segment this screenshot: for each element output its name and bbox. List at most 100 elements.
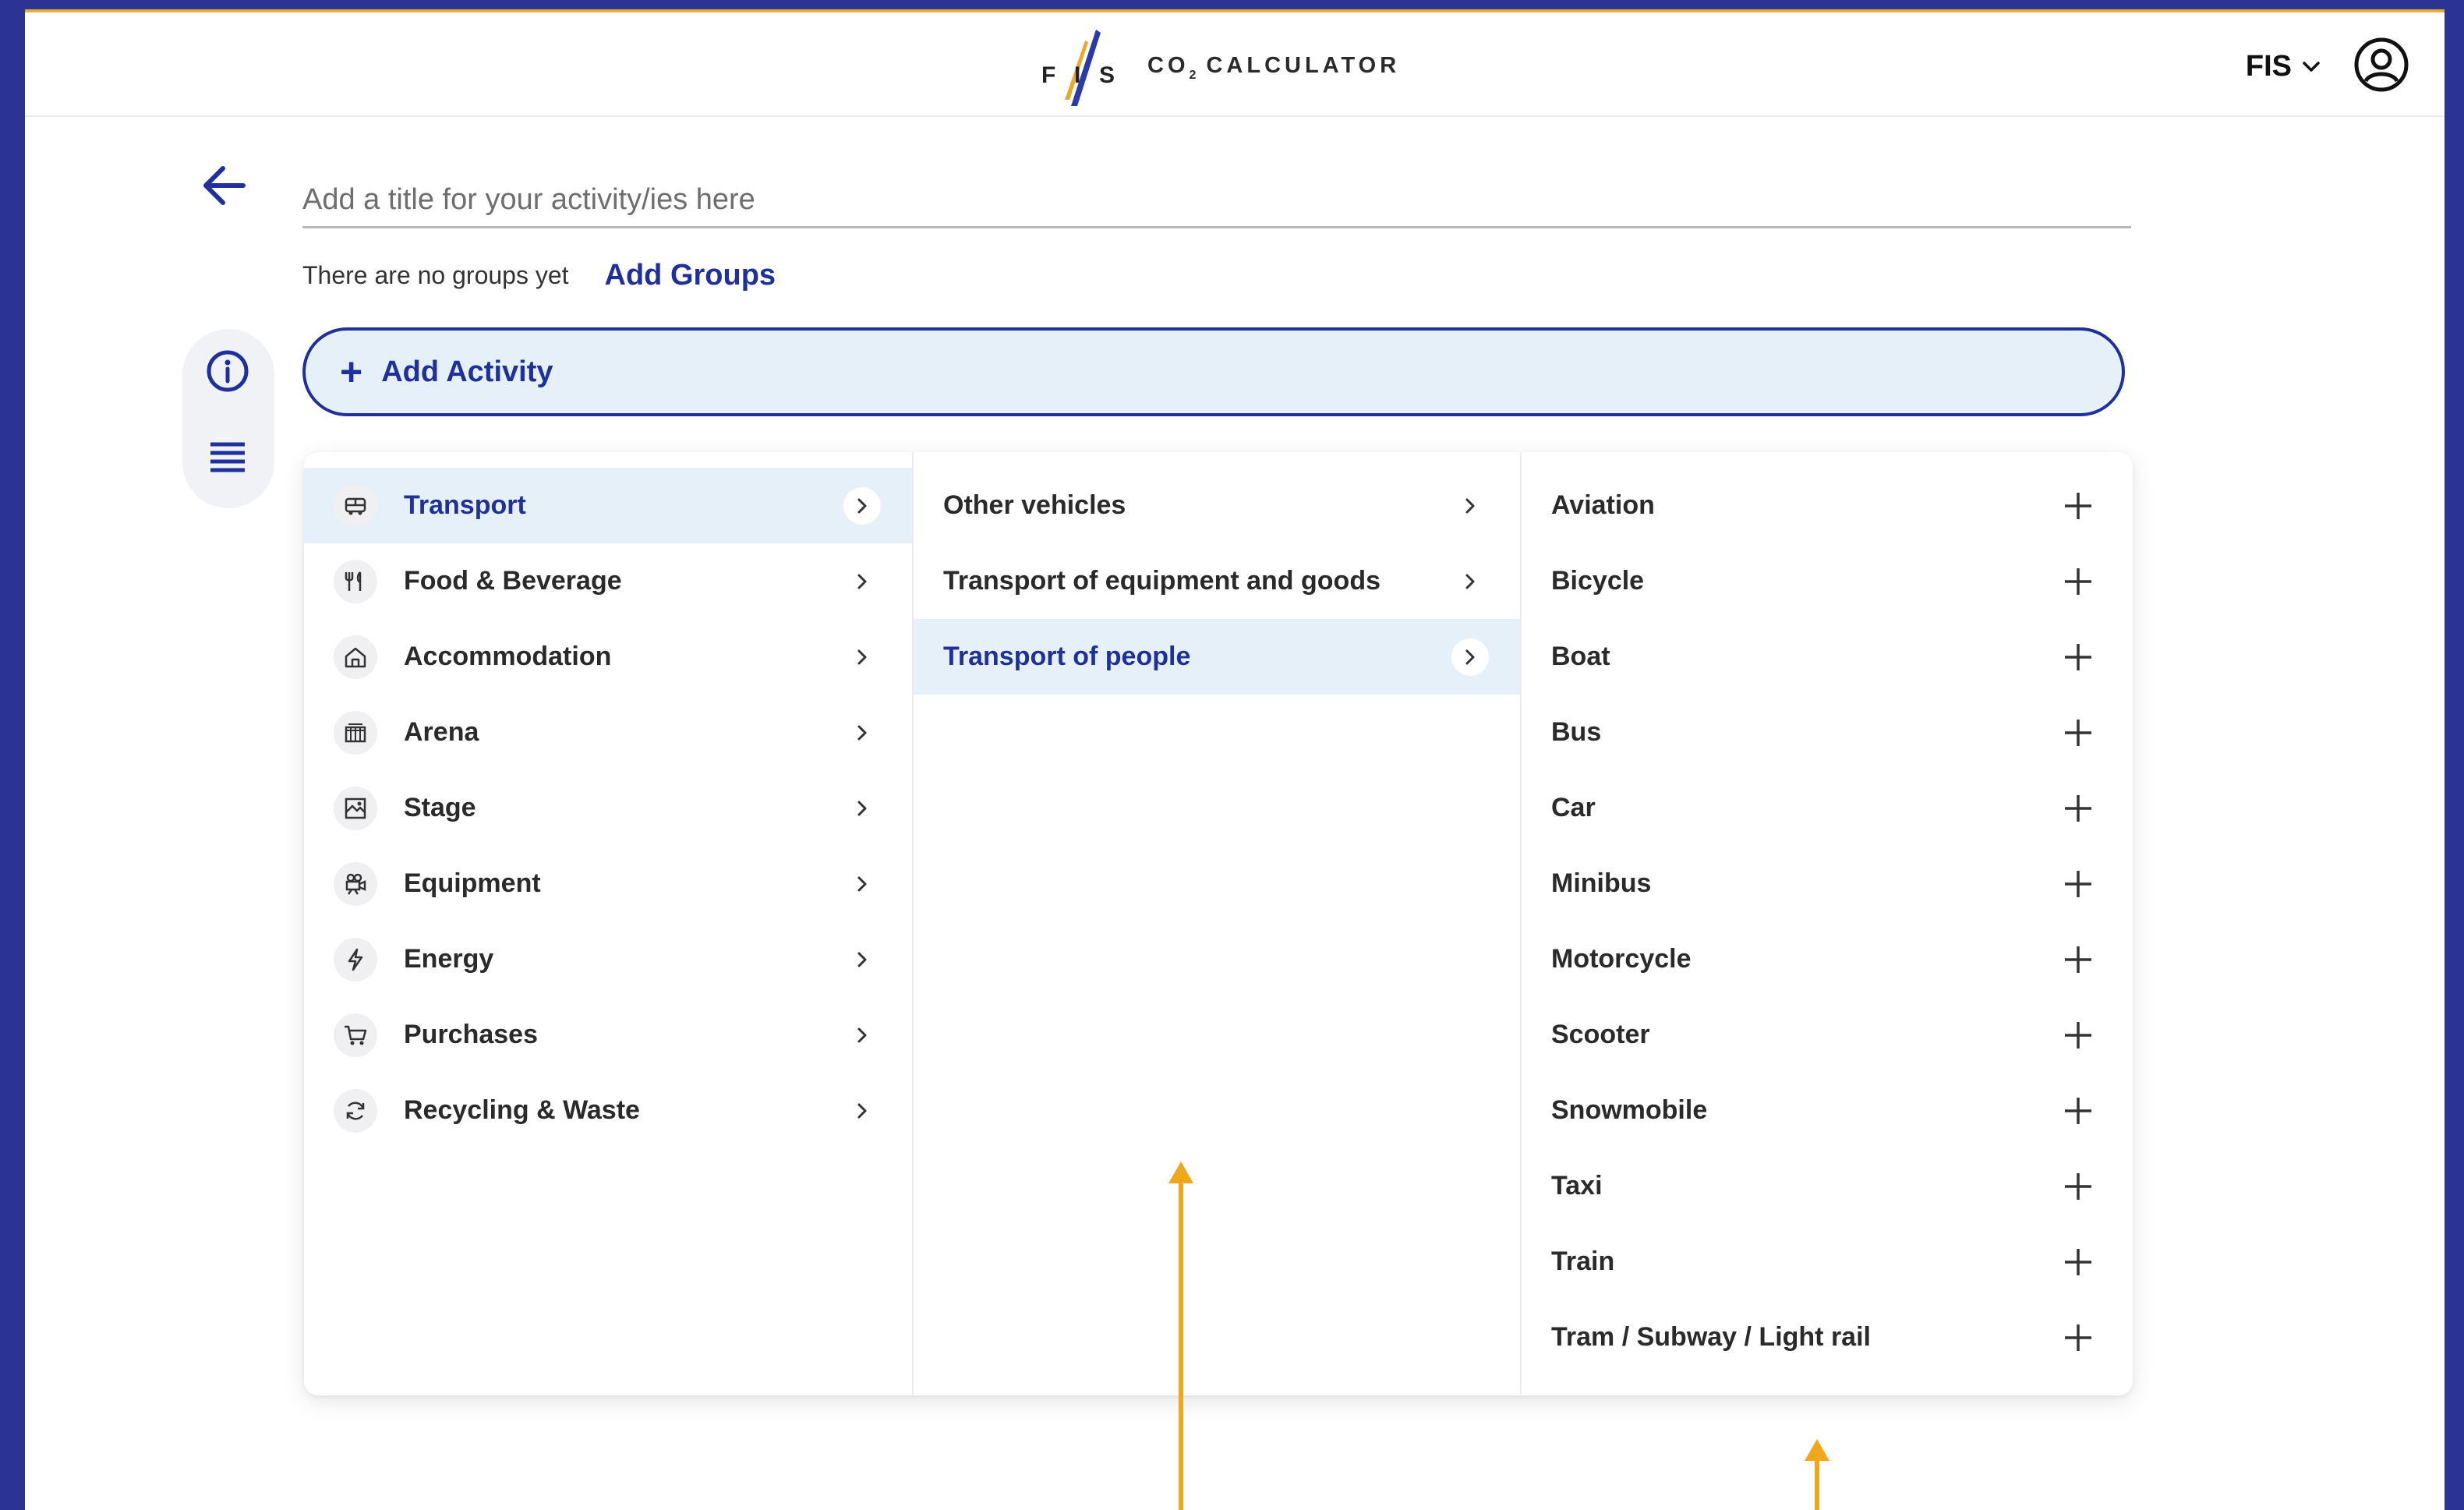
vehicle-item-scooter[interactable]: Scooter <box>1522 997 2133 1073</box>
category-item-transport[interactable]: Transport <box>304 468 912 543</box>
cutlery-icon <box>334 559 377 603</box>
brand[interactable]: F S I CO2 CALCULATOR <box>1030 25 1400 111</box>
subcategory-label: Transport of equipment and goods <box>943 566 1380 596</box>
category-item-equipment[interactable]: Equipment <box>304 846 912 921</box>
vehicle-item-taxi[interactable]: Taxi <box>1522 1148 2133 1224</box>
plus-icon[interactable] <box>2061 1094 2095 1128</box>
vehicle-item-bicycle[interactable]: Bicycle <box>1522 543 2133 619</box>
subcategory-column: Other vehicles Transport of equipment and… <box>914 452 1522 1395</box>
plus-icon: + <box>340 350 363 394</box>
category-item-accommodation[interactable]: Accommodation <box>304 619 912 695</box>
category-item-stage[interactable]: Stage <box>304 770 912 846</box>
subcategory-label: Other vehicles <box>943 490 1126 520</box>
vehicle-label: Bus <box>1551 717 1602 747</box>
subcategory-label: Transport of people <box>943 642 1191 671</box>
chevron-right-icon <box>1451 563 1489 600</box>
chevron-right-icon <box>1451 487 1489 525</box>
no-groups-text: There are no groups yet <box>302 261 569 289</box>
account-icon[interactable] <box>2353 36 2410 94</box>
chevron-right-icon <box>843 638 881 676</box>
chevron-right-icon <box>843 563 881 600</box>
org-label: FIS <box>2245 50 2292 83</box>
activity-menu: Transport Food & Beverage Accommodation Are… <box>304 452 2133 1395</box>
annotation-arrow <box>1805 1439 1829 1510</box>
category-label: Energy <box>404 944 494 974</box>
plus-icon[interactable] <box>2061 791 2095 826</box>
subcategory-item-transport-of-people[interactable]: Transport of people <box>914 619 1520 695</box>
plus-icon[interactable] <box>2061 1321 2095 1355</box>
app-title: CO2 CALCULATOR <box>1147 53 1401 82</box>
plus-icon[interactable] <box>2061 640 2095 674</box>
category-label: Purchases <box>404 1020 538 1049</box>
cart-icon <box>334 1013 377 1057</box>
chevron-right-icon <box>843 865 881 903</box>
house-icon <box>334 635 377 679</box>
category-label: Recycling & Waste <box>404 1095 640 1125</box>
info-icon[interactable] <box>204 348 251 394</box>
chevron-right-icon <box>843 714 881 751</box>
category-label: Equipment <box>404 868 541 898</box>
vehicle-item-aviation[interactable]: Aviation <box>1522 468 2133 543</box>
subcategory-item-transport-of-equipment-and-goods[interactable]: Transport of equipment and goods <box>914 543 1520 619</box>
vehicle-item-boat[interactable]: Boat <box>1522 619 2133 695</box>
svg-text:I: I <box>1074 62 1080 88</box>
plus-icon[interactable] <box>2061 1169 2095 1204</box>
vehicle-label: Motorcycle <box>1551 944 1692 974</box>
subcategory-item-other-vehicles[interactable]: Other vehicles <box>914 468 1520 543</box>
plus-icon[interactable] <box>2061 867 2095 901</box>
plus-icon[interactable] <box>2061 716 2095 750</box>
fis-logo-icon: F S I <box>1030 25 1124 111</box>
plus-icon[interactable] <box>2061 1018 2095 1052</box>
vehicle-item-motorcycle[interactable]: Motorcycle <box>1522 921 2133 997</box>
vehicle-label: Car <box>1551 793 1596 822</box>
category-column: Transport Food & Beverage Accommodation Are… <box>304 452 914 1395</box>
stage-icon <box>334 786 377 830</box>
plus-icon[interactable] <box>2061 564 2095 599</box>
category-item-recycling-waste[interactable]: Recycling & Waste <box>304 1073 912 1148</box>
vehicle-label: Scooter <box>1551 1020 1650 1049</box>
plus-icon[interactable] <box>2061 489 2095 523</box>
vehicle-item-bus[interactable]: Bus <box>1522 695 2133 770</box>
bus-icon <box>334 483 377 528</box>
category-label: Accommodation <box>404 642 612 671</box>
list-icon[interactable] <box>204 433 251 480</box>
chevron-right-icon <box>843 790 881 827</box>
add-groups-link[interactable]: Add Groups <box>605 259 776 292</box>
add-activity-button[interactable]: + Add Activity <box>302 327 2125 416</box>
chevron-right-icon <box>1451 638 1489 676</box>
vehicle-label: Boat <box>1551 642 1610 671</box>
vehicle-label: Bicycle <box>1551 566 1645 596</box>
category-item-arena[interactable]: Arena <box>304 695 912 770</box>
category-item-purchases[interactable]: Purchases <box>304 997 912 1073</box>
vehicle-label: Tram / Subway / Light rail <box>1551 1322 1871 1352</box>
plus-icon[interactable] <box>2061 1245 2095 1279</box>
chevron-down-icon <box>2303 61 2320 72</box>
vehicle-label: Train <box>1551 1247 1615 1276</box>
back-arrow-icon[interactable] <box>196 157 253 214</box>
svg-text:F: F <box>1041 62 1055 88</box>
vehicle-label: Aviation <box>1551 490 1655 520</box>
plus-icon[interactable] <box>2061 942 2095 977</box>
camera-icon <box>334 861 377 906</box>
annotation-arrow <box>1168 1162 1193 1510</box>
category-item-energy[interactable]: Energy <box>304 921 912 997</box>
vehicle-label: Minibus <box>1551 868 1652 898</box>
stadium-icon <box>334 710 377 755</box>
org-switcher[interactable]: FIS <box>2246 50 2323 83</box>
chevron-right-icon <box>843 1017 881 1054</box>
chevron-right-icon <box>843 941 881 978</box>
activity-title-input[interactable] <box>302 173 2131 228</box>
vehicle-item-snowmobile[interactable]: Snowmobile <box>1522 1073 2133 1148</box>
chevron-right-icon <box>843 1092 881 1130</box>
top-bar: F S I CO2 CALCULATOR FIS <box>25 12 2445 117</box>
chevron-right-icon <box>843 486 881 525</box>
vehicle-item-car[interactable]: Car <box>1522 770 2133 846</box>
category-label: Food & Beverage <box>404 566 622 596</box>
add-activity-label: Add Activity <box>381 355 553 388</box>
vehicle-item-minibus[interactable]: Minibus <box>1522 846 2133 921</box>
vehicle-item-train[interactable]: Train <box>1522 1224 2133 1300</box>
lightning-icon <box>334 937 377 981</box>
category-label: Stage <box>404 793 476 822</box>
vehicle-item-tram-subway-light-rail[interactable]: Tram / Subway / Light rail <box>1522 1300 2133 1375</box>
category-item-food-beverage[interactable]: Food & Beverage <box>304 543 912 619</box>
